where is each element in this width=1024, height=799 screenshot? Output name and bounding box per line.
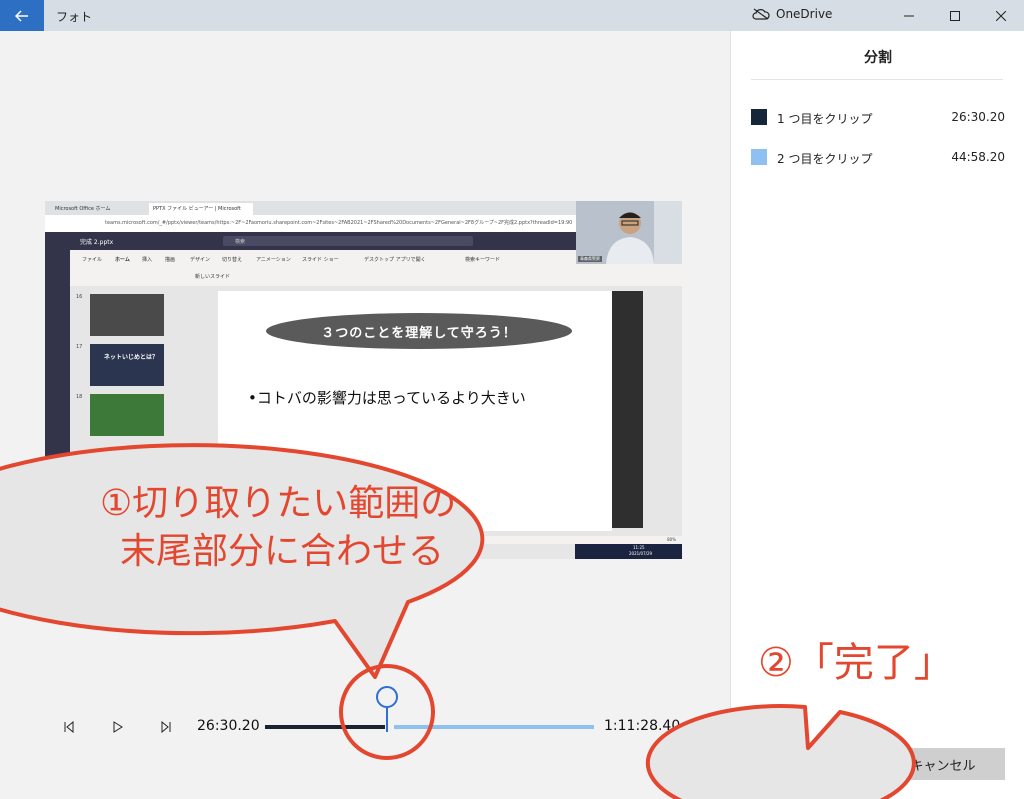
ribbon-tab: 挿入 [142,257,153,263]
slide-thumbnail [90,394,164,436]
callout-2-text: ②「完了」 [758,640,954,686]
maximize-button[interactable] [932,0,978,31]
timeline-second-segment[interactable] [394,725,594,729]
slide-number: 17 [76,344,83,350]
split-marker-handle[interactable] [376,686,398,708]
slide-number: 16 [76,294,83,300]
minimize-icon [904,15,914,16]
onedrive-label: OneDrive [776,7,833,21]
clip-row: 1 つ目をクリップ 26:30.20 [751,107,1005,127]
previous-frame-icon [64,721,74,733]
play-button[interactable] [108,717,128,737]
clip-duration: 26:30.20 [951,110,1005,124]
maximize-icon [950,10,960,21]
clip-duration: 44:58.20 [951,150,1005,164]
file-name: 完成 2.pptx [80,239,114,246]
next-frame-icon [161,721,171,733]
browser-tab: PPTX ファイル ビューアー | Microsoft [149,203,253,215]
callout-1-line-2: 末尾部分に合わせる [120,531,445,572]
ribbon-tab: ファイル [82,257,103,263]
ribbon-tab: デスクトップ アプリで開く [364,257,426,263]
next-frame-button[interactable] [156,717,176,737]
done-button[interactable]: 完了 [752,748,876,780]
ribbon-tab: 切り替え [222,257,243,263]
taskbar-time: 11:25 [633,545,645,550]
play-icon [113,721,123,733]
slide-thumbnail [90,294,164,336]
panel-title: 分割 [864,50,892,66]
onedrive-status[interactable]: OneDrive [752,7,832,21]
app-title: フォト [56,10,93,24]
ribbon-tab: スライド ショー [302,257,339,263]
slide-heading-pill: ３つのことを理解して守ろう！ [266,313,572,349]
webcam-name: 青森県警察 [578,256,602,262]
close-icon [996,10,1006,21]
ribbon-tab: デザイン [190,257,211,263]
clip-end-time: 1:11:28.40 [604,718,681,734]
close-button[interactable] [978,0,1024,31]
clip-label: 2 つ目をクリップ [777,152,873,166]
back-arrow-icon [15,9,28,22]
ribbon-tab: 描画 [165,257,176,263]
callout-1-line-1: ①切り取りたい範囲の [100,483,457,524]
clip-color-swatch [751,149,767,165]
windows-taskbar: 11:25 2021/07/29 [575,544,682,559]
cancel-button[interactable]: キャンセル [881,748,1005,780]
teams-left-rail [45,250,70,559]
divider [751,79,1003,80]
teams-search: 検索 [223,236,473,246]
address-text: teams.microsoft.com/_#/pptx/viewer/teams… [105,220,573,226]
cloud-sync-icon [752,8,770,20]
person-image [576,201,682,264]
minimize-button[interactable] [886,0,932,31]
browser-tab: Microsoft Office ホーム [55,206,111,212]
ribbon-tab: 検索キーワード [465,257,501,263]
clip-start-time: 26:30.20 [197,718,260,734]
clip-label: 1 つ目をクリップ [777,112,873,126]
ribbon-tab: アニメーション [256,257,291,263]
thumb-title: ネットいじめとは？ [104,354,159,361]
webcam-feed: 青森県警察 [576,201,682,264]
clip-row: 2 つ目をクリップ 44:58.20 [751,147,1005,167]
ribbon-tab: ホーム [115,257,130,263]
teams-search-placeholder: 検索 [235,239,246,245]
slide-number: 18 [76,394,83,400]
timeline-first-segment[interactable] [265,725,385,729]
clip-color-swatch [751,109,767,125]
slide-thumbnail: ネットいじめとは？ [90,344,164,386]
slide-bullet: •コトバの影響力は思っているより大きい [248,389,526,407]
previous-frame-button[interactable] [59,717,79,737]
new-slide-label: 新しいスライド [195,274,231,280]
taskbar-date: 2021/07/29 [629,551,653,556]
split-marker-stem[interactable] [386,707,388,732]
zoom-level: 80% [667,537,676,542]
title-bar: フォト OneDrive [0,0,1024,31]
notes-pane [612,291,643,528]
back-button[interactable] [0,0,44,31]
